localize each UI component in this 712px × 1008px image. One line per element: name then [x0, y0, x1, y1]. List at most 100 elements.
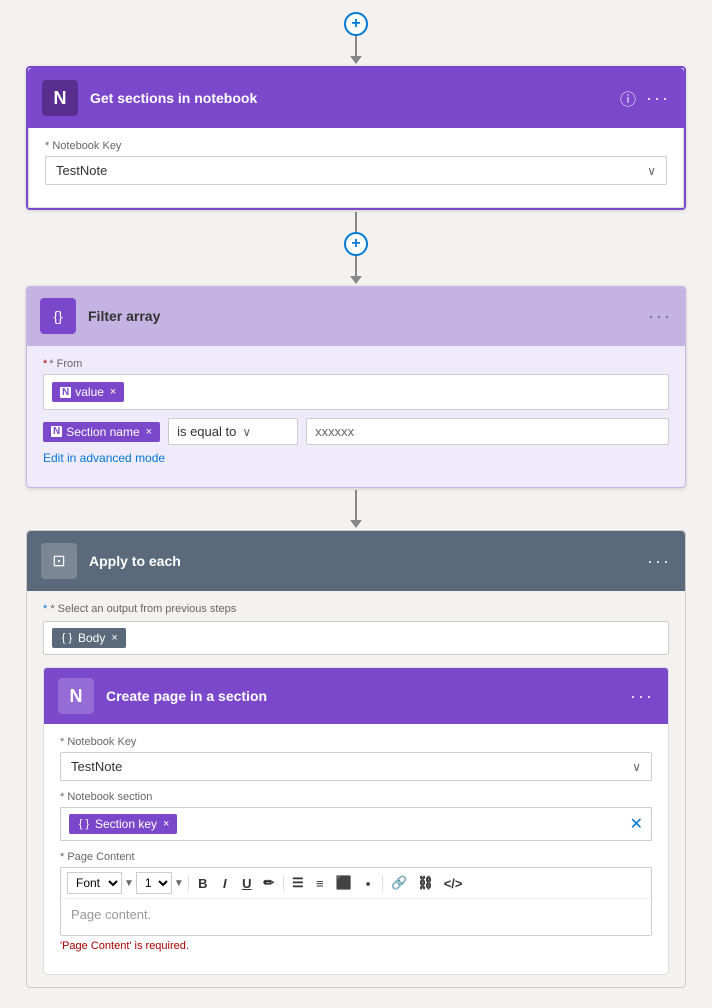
get-sections-card: N Get sections in notebook ⓘ ··· * Noteb…	[26, 66, 686, 210]
filter-array-actions: ···	[648, 306, 672, 327]
create-page-icon: N	[58, 678, 94, 714]
section-name-tag-remove[interactable]: ×	[146, 426, 152, 438]
unlink-button[interactable]: ⛓	[413, 873, 438, 893]
create-notebook-key-field: * Notebook Key TestNote ∨	[60, 736, 652, 781]
section-key-tag: { } Section key ×	[69, 814, 177, 834]
apply-icon-container: ⊡	[41, 543, 77, 579]
create-chevron-icon: ∨	[632, 760, 641, 774]
apply-to-each-card: ⊡ Apply to each ··· * * Select an output…	[26, 530, 686, 988]
font-size-select[interactable]: 12	[136, 872, 172, 894]
edit-advanced-link[interactable]: Edit in advanced mode	[43, 451, 669, 465]
section-key-container: { } Section key ×	[69, 814, 630, 834]
page-content-error: 'Page Content' is required.	[60, 940, 652, 952]
from-field: ** From N value × N Section name ×	[43, 358, 669, 465]
create-page-title: Create page in a section	[106, 688, 630, 704]
section-key-remove[interactable]: ×	[163, 818, 169, 830]
bullet-list-button[interactable]: ☰	[288, 873, 308, 893]
section-key-curly-icon: { }	[77, 817, 91, 831]
chevron-down-icon: ∨	[647, 164, 656, 178]
from-input-row[interactable]: N value ×	[43, 374, 669, 410]
notebook-key-label: * Notebook Key	[45, 140, 667, 152]
arrow-arrowhead	[350, 520, 362, 528]
onenote-mini-icon: N	[60, 387, 71, 398]
more-icon[interactable]: ···	[646, 88, 670, 109]
bold-button[interactable]: B	[193, 874, 213, 893]
page-content-field-row: * Page Content Font ▼ 12	[60, 851, 652, 952]
get-sections-title: Get sections in notebook	[90, 90, 620, 106]
create-notebook-key-value: TestNote	[71, 759, 122, 774]
create-page-body: * Notebook Key TestNote ∨ * Notebook sec…	[44, 724, 668, 974]
more-icon[interactable]: ···	[648, 306, 672, 327]
page-content-toolbar: Font ▼ 12 ▼ B I U	[61, 868, 651, 899]
page-content-input[interactable]: Page content.	[61, 899, 651, 935]
apply-each-icon: ⊡	[52, 551, 65, 571]
num-list-button[interactable]: ≡	[310, 874, 330, 893]
get-sections-actions: ⓘ ···	[620, 86, 670, 110]
value-tag-remove[interactable]: ×	[110, 386, 116, 398]
italic-button[interactable]: I	[215, 874, 235, 893]
operator-dropdown[interactable]: is equal to ∨	[168, 418, 298, 445]
connector-line	[355, 36, 357, 56]
apply-more-icon[interactable]: ···	[647, 551, 671, 572]
top-connector: +	[344, 12, 368, 64]
get-sections-header: N Get sections in notebook ⓘ ···	[28, 68, 684, 128]
font-select[interactable]: Font	[67, 872, 122, 894]
filter-array-icon: {}	[40, 298, 76, 334]
flow-container: + N Get sections in notebook ⓘ ··· * Not…	[0, 0, 712, 1008]
apply-to-each-header: ⊡ Apply to each ···	[27, 531, 685, 591]
notebook-key-field: * Notebook Key TestNote ∨	[45, 140, 667, 185]
body-tag: { } Body ×	[52, 628, 126, 648]
page-content-area: Font ▼ 12 ▼ B I U	[60, 867, 652, 936]
notebook-section-input[interactable]: { } Section key × ✕	[60, 807, 652, 841]
select-output-label: * * Select an output from previous steps	[43, 603, 669, 615]
info-icon[interactable]: ⓘ	[620, 86, 636, 110]
top-plus-button[interactable]: +	[344, 12, 368, 36]
middle-connector-1: +	[344, 212, 368, 284]
filter-array-title: Filter array	[88, 308, 648, 324]
apply-to-each-body: * * Select an output from previous steps…	[27, 591, 685, 987]
onenote-icon: N	[54, 88, 67, 109]
filter-value-input[interactable]: xxxxxx	[306, 418, 669, 445]
filter-array-card: {} Filter array ··· ** From N value ×	[26, 286, 686, 488]
operator-value: is equal to	[177, 424, 236, 439]
connector-arrowhead	[350, 56, 362, 64]
notebook-key-value: TestNote	[56, 163, 107, 178]
font-size-dropdown-icon: ▼	[174, 878, 184, 889]
arrow-connector	[350, 490, 362, 528]
create-notebook-key-dropdown[interactable]: TestNote ∨	[60, 752, 652, 781]
value-tag: N value ×	[52, 382, 124, 402]
create-page-header: N Create page in a section ···	[44, 668, 668, 724]
toolbar-divider-1	[188, 875, 189, 891]
filter-condition: N Section name × is equal to ∨ xxxxxx	[43, 418, 669, 445]
align-right-button[interactable]: ▪	[358, 874, 378, 893]
create-page-card: N Create page in a section ··· * Noteboo…	[43, 667, 669, 975]
connector-line-2	[355, 256, 357, 276]
connector-arrowhead-1	[350, 276, 362, 284]
toolbar-divider-2	[283, 875, 284, 891]
code-button[interactable]: </>	[440, 874, 467, 893]
notebook-section-label: * Notebook section	[60, 791, 652, 803]
body-curly-icon: { }	[60, 631, 74, 645]
body-tag-remove[interactable]: ×	[111, 632, 117, 644]
middle-plus-button[interactable]: +	[344, 232, 368, 256]
notebook-section-field-row: * Notebook section { } Section key × ✕	[60, 791, 652, 841]
page-content-label: * Page Content	[60, 851, 652, 863]
filter-array-body: ** From N value × N Section name ×	[26, 346, 686, 488]
notebook-key-dropdown[interactable]: TestNote ∨	[45, 156, 667, 185]
create-page-more-icon[interactable]: ···	[630, 686, 654, 707]
connector-line-1	[355, 212, 357, 232]
arrow-line	[355, 490, 357, 520]
pencil-button[interactable]: ✏	[259, 873, 279, 893]
align-left-button[interactable]: ⬛	[332, 873, 356, 893]
notebook-section-clear-icon[interactable]: ✕	[630, 814, 643, 834]
onenote-mini-icon-2: N	[51, 426, 62, 437]
link-button[interactable]: 🔗	[387, 873, 411, 893]
underline-button[interactable]: U	[237, 874, 257, 893]
section-name-tag: N Section name ×	[43, 422, 160, 442]
create-page-onenote-icon: N	[70, 686, 83, 707]
apply-to-each-title: Apply to each	[89, 553, 647, 569]
body-tag-row[interactable]: { } Body ×	[43, 621, 669, 655]
from-label: ** From	[43, 358, 669, 370]
font-dropdown-icon: ▼	[124, 878, 134, 889]
filter-array-header: {} Filter array ···	[26, 286, 686, 346]
